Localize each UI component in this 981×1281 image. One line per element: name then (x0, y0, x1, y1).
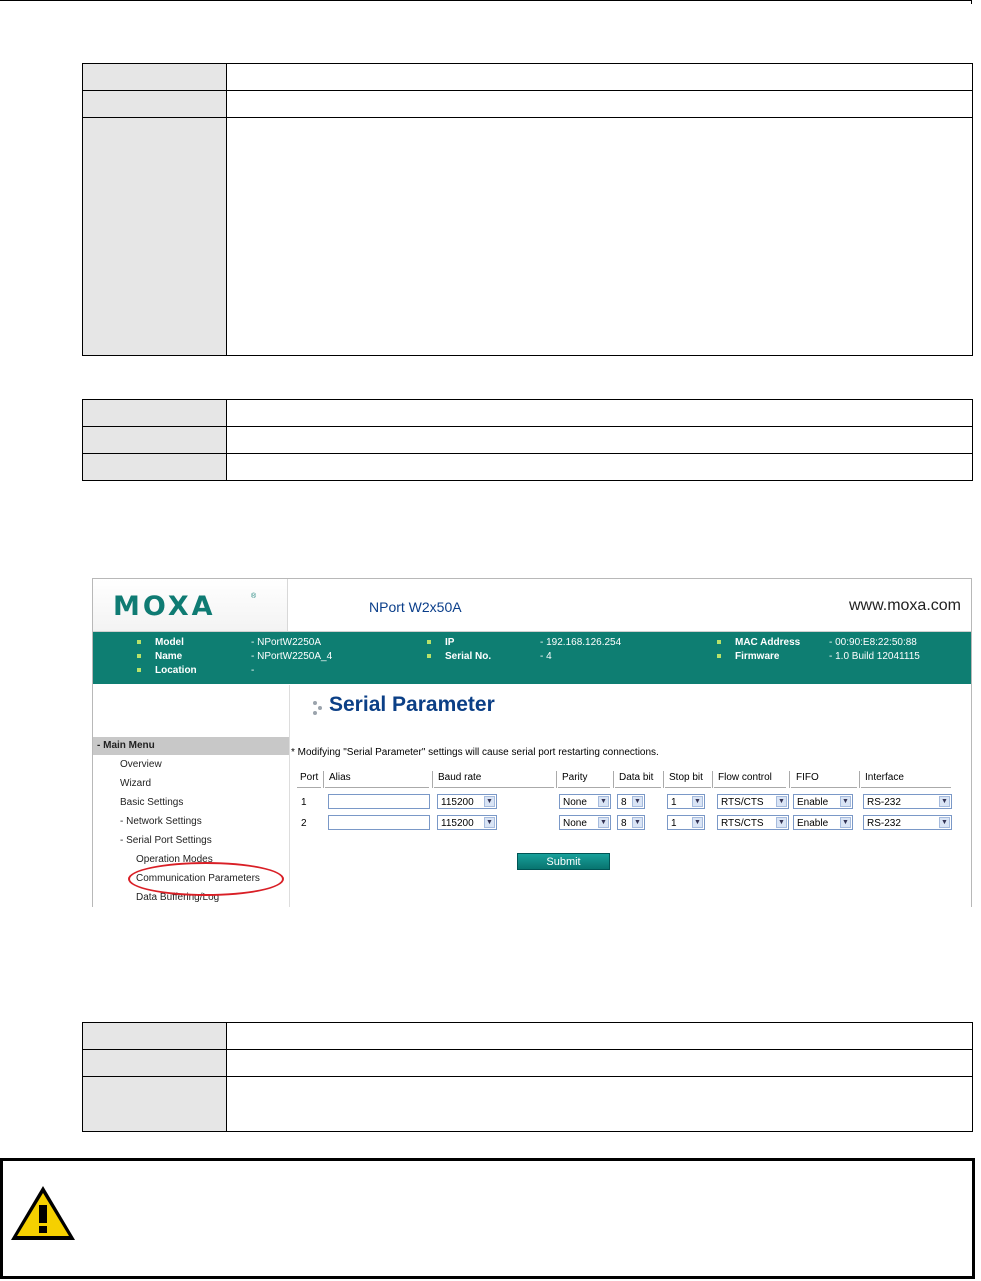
menu-basic-settings[interactable]: Basic Settings (120, 797, 183, 808)
bullet-icon (427, 654, 431, 659)
bullet-icon (137, 654, 141, 659)
info-firmware: Firmware (717, 651, 779, 662)
info-mac: MAC Address (717, 637, 800, 648)
row1-port: 1 (301, 797, 307, 808)
row1-stopbit-select[interactable]: 1 ▼ (667, 794, 705, 809)
row1-parity-select[interactable]: None ▼ (559, 794, 611, 809)
spec-table-3 (82, 1022, 973, 1132)
row2-stopbit-select[interactable]: 1 ▼ (667, 815, 705, 830)
col-data-bit: Data bit (619, 772, 654, 783)
main-menu-header[interactable]: - Main Menu (93, 737, 289, 755)
info-model-value: - NPortW2250A (251, 637, 322, 648)
chevron-down-icon: ▼ (484, 796, 495, 807)
chevron-down-icon: ▼ (632, 796, 643, 807)
info-serial: Serial No. (427, 651, 491, 662)
row1-flow-select[interactable]: RTS/CTS ▼ (717, 794, 789, 809)
menu-wizard[interactable]: Wizard (120, 778, 151, 789)
col-parity: Parity (562, 772, 588, 783)
row2-fifo-select[interactable]: Enable ▼ (793, 815, 853, 830)
page-rule-tick (971, 0, 972, 4)
spec-table-1 (82, 63, 973, 356)
page-title: Serial Parameter (329, 693, 495, 716)
info-ip-value: - 192.168.126.254 (540, 637, 622, 648)
chevron-down-icon: ▼ (692, 796, 703, 807)
chevron-down-icon: ▼ (484, 817, 495, 828)
menu-serial-port-settings[interactable]: - Serial Port Settings (120, 835, 212, 846)
chevron-down-icon: ▼ (939, 817, 950, 828)
info-mac-value: - 00:90:E8:22:50:88 (829, 637, 917, 648)
col-port: Port (300, 772, 319, 783)
col-stop-bit: Stop bit (669, 772, 703, 783)
sidebar-menu: - Main Menu Overview Wizard Basic Settin… (93, 685, 290, 907)
col-flow-control: Flow control (718, 772, 772, 783)
menu-overview[interactable]: Overview (120, 759, 162, 770)
bullet-icon (137, 640, 141, 645)
page-top-rule (0, 0, 971, 1)
chevron-down-icon: ▼ (840, 796, 851, 807)
chevron-down-icon: ▼ (632, 817, 643, 828)
bullet-icon (427, 640, 431, 645)
web-console-screenshot: MOXA ® NPort W2x50A www.moxa.com Model -… (92, 578, 972, 907)
chevron-down-icon: ▼ (840, 817, 851, 828)
registered-mark: ® (251, 593, 257, 600)
row1-databit-select[interactable]: 8 ▼ (617, 794, 645, 809)
chevron-down-icon: ▼ (692, 817, 703, 828)
row2-databit-select[interactable]: 8 ▼ (617, 815, 645, 830)
row2-interface-select[interactable]: RS-232 ▼ (863, 815, 952, 830)
main-content: Serial Parameter * Modifying "Serial Par… (291, 685, 971, 907)
submit-button[interactable]: Submit (517, 853, 610, 870)
chevron-down-icon: ▼ (776, 817, 787, 828)
row1-alias-input[interactable] (328, 794, 430, 809)
highlight-circle (128, 862, 284, 896)
bullet-icon (717, 654, 721, 659)
row2-parity-select[interactable]: None ▼ (559, 815, 611, 830)
title-dots-icon (313, 701, 327, 715)
chevron-down-icon: ▼ (598, 817, 609, 828)
info-location-value: - (251, 665, 255, 676)
row1-interface-select[interactable]: RS-232 ▼ (863, 794, 952, 809)
menu-network-settings[interactable]: - Network Settings (120, 816, 202, 827)
info-firmware-value: - 1.0 Build 12041115 (829, 651, 920, 662)
bullet-icon (717, 640, 721, 645)
row2-port: 2 (301, 818, 307, 829)
col-fifo: FIFO (796, 772, 819, 783)
chevron-down-icon: ▼ (598, 796, 609, 807)
product-name: NPort W2x50A (369, 599, 462, 615)
row2-baud-select[interactable]: 115200 ▼ (437, 815, 497, 830)
info-name-value: - NPortW2250A_4 (251, 651, 333, 662)
row2-flow-select[interactable]: RTS/CTS ▼ (717, 815, 789, 830)
moxa-logo: MOXA (113, 591, 216, 622)
info-serial-value: - 4 (540, 651, 552, 662)
chevron-down-icon: ▼ (776, 796, 787, 807)
bullet-icon (137, 668, 141, 673)
website-link[interactable]: www.moxa.com (849, 597, 961, 615)
info-model: Model (137, 637, 184, 648)
col-interface: Interface (865, 772, 904, 783)
logo-area: MOXA ® (93, 579, 288, 631)
col-alias: Alias (329, 772, 351, 783)
spec-table-2 (82, 399, 973, 481)
attention-box (0, 1158, 975, 1279)
info-location: Location (137, 665, 197, 676)
row2-alias-input[interactable] (328, 815, 430, 830)
restart-notice: * Modifying "Serial Parameter" settings … (291, 747, 659, 758)
info-ip: IP (427, 637, 454, 648)
console-header: MOXA ® NPort W2x50A www.moxa.com (93, 579, 971, 632)
info-name: Name (137, 651, 182, 662)
row1-fifo-select[interactable]: Enable ▼ (793, 794, 853, 809)
device-info-bar: Model - NPortW2250A Name - NPortW2250A_4… (93, 632, 971, 684)
row1-baud-select[interactable]: 115200 ▼ (437, 794, 497, 809)
chevron-down-icon: ▼ (939, 796, 950, 807)
col-baud-rate: Baud rate (438, 772, 482, 783)
warning-icon (11, 1186, 75, 1240)
